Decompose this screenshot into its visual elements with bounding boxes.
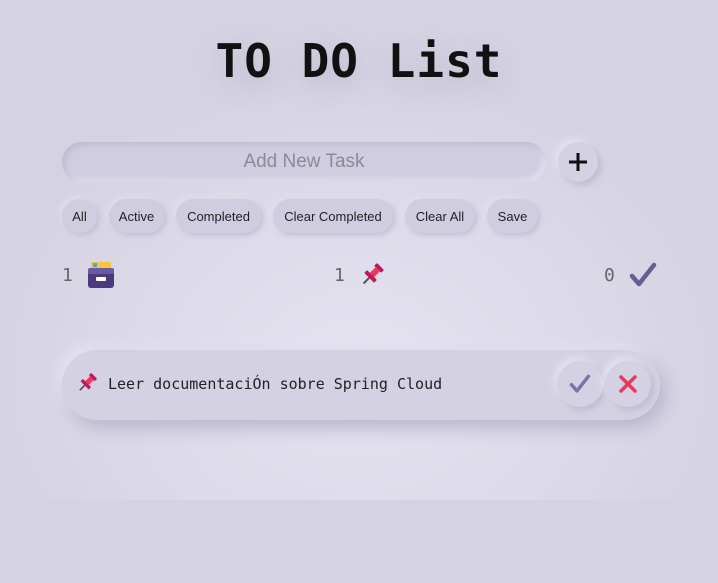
delete-task-button[interactable] bbox=[605, 361, 651, 407]
filter-active-button[interactable]: Active bbox=[109, 199, 164, 233]
stat-active-count: 1 bbox=[334, 264, 345, 286]
complete-task-button[interactable] bbox=[557, 361, 603, 407]
stat-completed-count: 0 bbox=[604, 264, 615, 286]
page-title: TO DO List bbox=[215, 34, 503, 88]
check-mark-icon bbox=[629, 262, 657, 287]
pushpin-icon bbox=[79, 373, 97, 391]
pushpin-icon bbox=[362, 263, 384, 285]
check-mark-icon bbox=[569, 374, 591, 393]
stat-completed: 0 bbox=[604, 262, 657, 288]
stat-total: 1 bbox=[62, 262, 115, 288]
filter-all-button[interactable]: All bbox=[62, 199, 97, 233]
filter-completed-button[interactable]: Completed bbox=[176, 199, 261, 233]
task-stats: 1 1 0 bbox=[62, 262, 662, 294]
add-task-input[interactable] bbox=[62, 142, 546, 182]
filter-bar: All Active Completed Clear Completed Cle… bbox=[62, 199, 538, 233]
add-task-row bbox=[62, 142, 602, 182]
clear-completed-button[interactable]: Clear Completed bbox=[273, 199, 393, 233]
stat-total-count: 1 bbox=[62, 264, 73, 286]
task-text: Leer documentaciÓn sobre Spring Cloud bbox=[108, 375, 443, 393]
add-task-button[interactable] bbox=[558, 142, 598, 182]
save-button[interactable]: Save bbox=[487, 199, 538, 233]
clear-all-button[interactable]: Clear All bbox=[405, 199, 475, 233]
close-icon bbox=[619, 375, 637, 393]
plus-icon bbox=[569, 153, 587, 171]
task-item: Leer documentaciÓn sobre Spring Cloud bbox=[62, 350, 660, 420]
stat-active: 1 bbox=[334, 262, 385, 288]
card-file-box-icon bbox=[87, 262, 114, 288]
